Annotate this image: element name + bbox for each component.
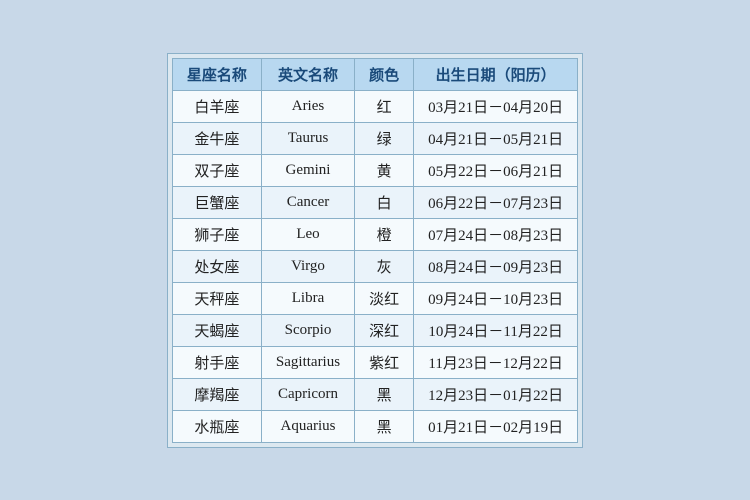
table-cell: 金牛座	[172, 122, 261, 154]
table-cell: 黑	[355, 410, 414, 442]
table-header-cell: 英文名称	[261, 58, 354, 90]
table-cell: Scorpio	[261, 314, 354, 346]
table-cell: 黑	[355, 378, 414, 410]
zodiac-table: 星座名称英文名称颜色出生日期（阳历） 白羊座Aries红03月21日－04月20…	[172, 58, 578, 443]
table-cell: 橙	[355, 218, 414, 250]
table-row: 白羊座Aries红03月21日－04月20日	[172, 90, 577, 122]
table-cell: Leo	[261, 218, 354, 250]
table-cell: 淡红	[355, 282, 414, 314]
table-cell: 红	[355, 90, 414, 122]
table-cell: Aquarius	[261, 410, 354, 442]
table-cell: 处女座	[172, 250, 261, 282]
table-cell: 08月24日－09月23日	[414, 250, 578, 282]
table-cell: Taurus	[261, 122, 354, 154]
table-cell: 01月21日－02月19日	[414, 410, 578, 442]
table-cell: 06月22日－07月23日	[414, 186, 578, 218]
table-cell: 狮子座	[172, 218, 261, 250]
table-header-cell: 颜色	[355, 58, 414, 90]
table-cell: 巨蟹座	[172, 186, 261, 218]
table-row: 处女座Virgo灰08月24日－09月23日	[172, 250, 577, 282]
table-header-cell: 出生日期（阳历）	[414, 58, 578, 90]
table-cell: 摩羯座	[172, 378, 261, 410]
table-cell: 04月21日－05月21日	[414, 122, 578, 154]
table-cell: 天蝎座	[172, 314, 261, 346]
table-cell: Gemini	[261, 154, 354, 186]
table-cell: 绿	[355, 122, 414, 154]
table-cell: 双子座	[172, 154, 261, 186]
table-cell: 11月23日－12月22日	[414, 346, 578, 378]
table-cell: 07月24日－08月23日	[414, 218, 578, 250]
table-cell: 白羊座	[172, 90, 261, 122]
table-cell: Capricorn	[261, 378, 354, 410]
table-row: 金牛座Taurus绿04月21日－05月21日	[172, 122, 577, 154]
table-row: 双子座Gemini黄05月22日－06月21日	[172, 154, 577, 186]
table-cell: Cancer	[261, 186, 354, 218]
table-row: 射手座Sagittarius紫红11月23日－12月22日	[172, 346, 577, 378]
table-header-cell: 星座名称	[172, 58, 261, 90]
table-cell: Libra	[261, 282, 354, 314]
table-row: 天秤座Libra淡红09月24日－10月23日	[172, 282, 577, 314]
table-cell: 紫红	[355, 346, 414, 378]
table-cell: 深红	[355, 314, 414, 346]
table-cell: 射手座	[172, 346, 261, 378]
table-row: 天蝎座Scorpio深红10月24日－11月22日	[172, 314, 577, 346]
table-cell: 10月24日－11月22日	[414, 314, 578, 346]
table-cell: 灰	[355, 250, 414, 282]
table-cell: Virgo	[261, 250, 354, 282]
table-cell: 天秤座	[172, 282, 261, 314]
table-cell: 白	[355, 186, 414, 218]
table-row: 摩羯座Capricorn黑12月23日－01月22日	[172, 378, 577, 410]
table-row: 水瓶座Aquarius黑01月21日－02月19日	[172, 410, 577, 442]
table-cell: 09月24日－10月23日	[414, 282, 578, 314]
table-cell: 05月22日－06月21日	[414, 154, 578, 186]
table-cell: 水瓶座	[172, 410, 261, 442]
table-cell: 黄	[355, 154, 414, 186]
table-cell: 03月21日－04月20日	[414, 90, 578, 122]
table-row: 巨蟹座Cancer白06月22日－07月23日	[172, 186, 577, 218]
table-header-row: 星座名称英文名称颜色出生日期（阳历）	[172, 58, 577, 90]
table-row: 狮子座Leo橙07月24日－08月23日	[172, 218, 577, 250]
table-cell: Sagittarius	[261, 346, 354, 378]
table-cell: 12月23日－01月22日	[414, 378, 578, 410]
table-cell: Aries	[261, 90, 354, 122]
zodiac-table-container: 星座名称英文名称颜色出生日期（阳历） 白羊座Aries红03月21日－04月20…	[167, 53, 583, 448]
